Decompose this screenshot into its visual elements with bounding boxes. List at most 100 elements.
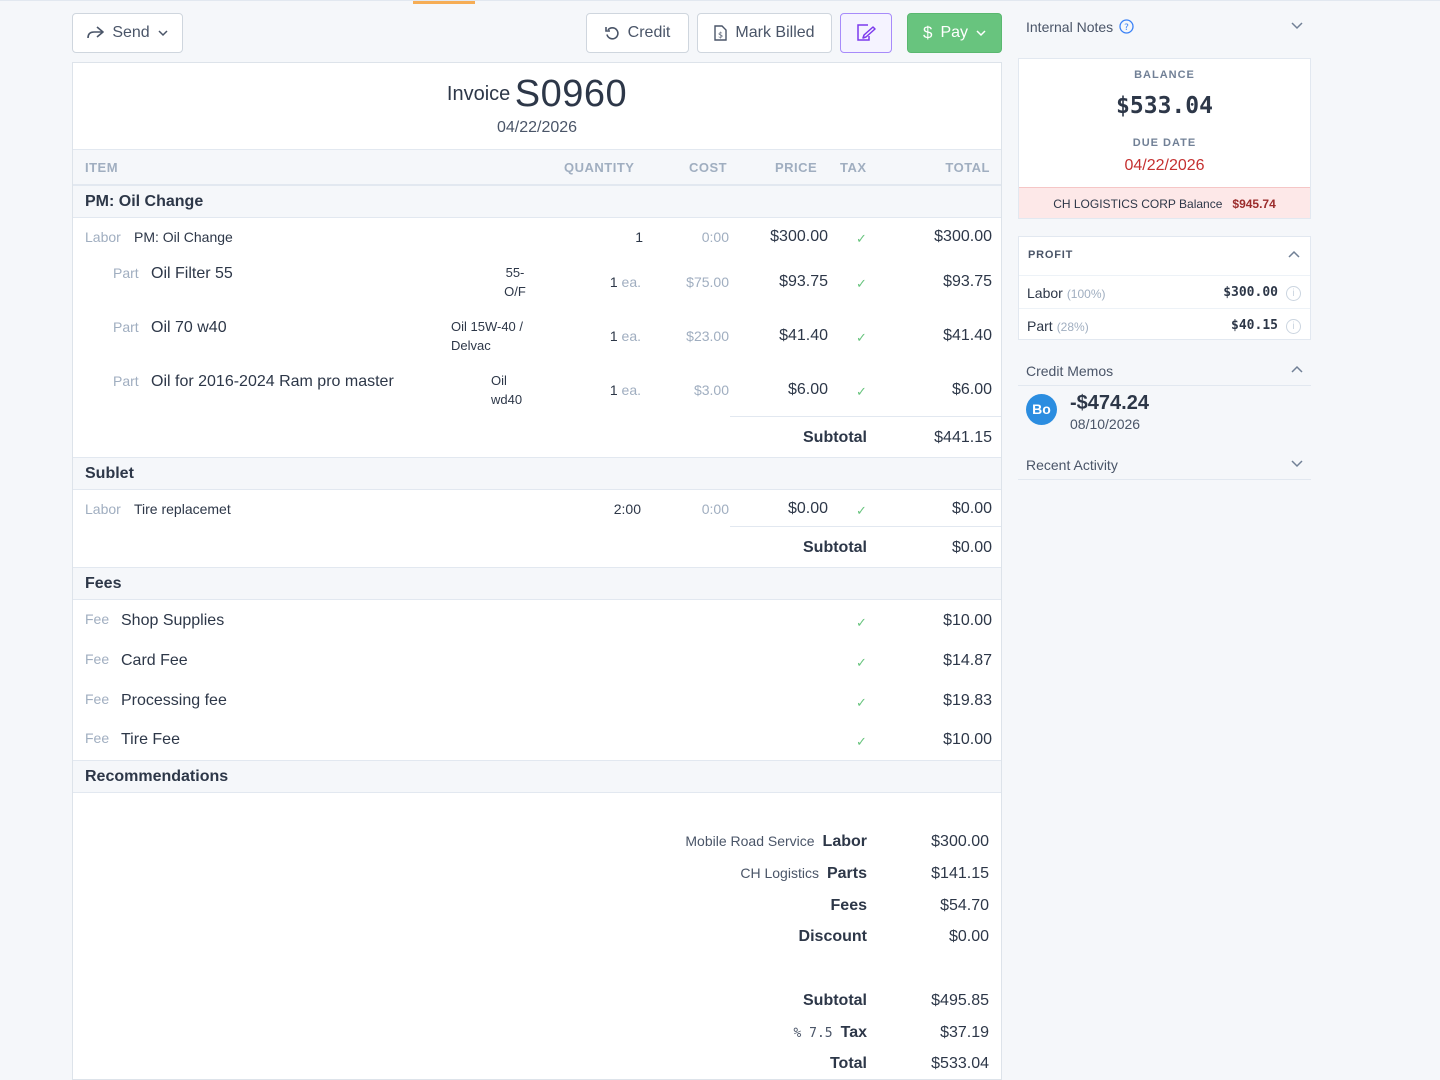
summary-tax-text: Tax: [840, 1024, 867, 1041]
line-cost: 0:00: [701, 501, 729, 517]
section-header: Fees: [73, 567, 1001, 600]
divider: [730, 416, 1001, 417]
line-description: Processing fee: [121, 692, 227, 709]
tax-check-icon: ✓: [856, 330, 867, 345]
line-price: $0.00: [787, 500, 828, 517]
line-type: Fee: [85, 611, 110, 627]
line-type: Part: [113, 319, 139, 335]
pay-label: Pay: [940, 24, 969, 41]
send-button[interactable]: Send: [72, 13, 183, 53]
summary-fees-label: Fees: [830, 897, 867, 914]
summary-subtotal-value: $495.85: [931, 992, 989, 1009]
line-description: Card Fee: [121, 652, 188, 669]
qty-value: 1: [609, 328, 618, 344]
question-circle-icon[interactable]: ?: [1119, 19, 1134, 34]
line-quantity: 1 ea.: [610, 274, 641, 290]
chevron-up-icon[interactable]: [1291, 365, 1303, 373]
svg-text:$: $: [718, 31, 723, 40]
tax-check-icon: ✓: [856, 655, 867, 670]
profit-row-label: Part (28%): [1027, 318, 1089, 334]
summary-discount-value: $0.00: [948, 928, 989, 945]
line-cost: 0:00: [701, 229, 729, 245]
active-tab-indicator: [413, 1, 475, 4]
line-description: Oil for 2016-2024 Ram pro master: [151, 373, 394, 390]
credit-memo-amount: -$474.24: [1070, 392, 1149, 414]
chevron-down-icon[interactable]: [1291, 460, 1303, 468]
mark-billed-button[interactable]: $ Mark Billed: [697, 13, 832, 53]
line-total: $300.00: [934, 228, 992, 245]
line-total: $14.87: [943, 652, 992, 669]
line-total: $93.75: [943, 273, 992, 290]
summary-parts-text: Parts: [826, 865, 867, 882]
send-label: Send: [112, 24, 150, 41]
info-icon[interactable]: i: [1286, 286, 1301, 301]
line-description: Shop Supplies: [121, 612, 225, 629]
line-total: $41.40: [943, 327, 992, 344]
due-date: 04/22/2026: [1124, 157, 1205, 174]
qty-unit: ea.: [621, 382, 641, 398]
balance-label: BALANCE: [1134, 69, 1195, 81]
profit-row-pct: (28%): [1056, 320, 1089, 334]
divider: [730, 526, 1001, 527]
pay-button[interactable]: $ Pay: [907, 13, 1002, 53]
summary-subtotal-label: Subtotal: [803, 992, 867, 1009]
summary-labor-label: Mobile Road Service Labor: [685, 833, 867, 851]
profit-row-pct: (100%): [1066, 287, 1106, 301]
invoice-date: 04/22/2026: [496, 119, 578, 136]
line-price: $6.00: [787, 381, 828, 398]
col-total: TOTAL: [945, 160, 990, 175]
edit-signature-icon: [857, 24, 876, 41]
tax-check-icon: ✓: [856, 231, 867, 246]
profit-row-value: $40.15: [1231, 318, 1278, 333]
credit-memo-item[interactable]: Bo -$474.24 08/10/2026: [1018, 392, 1311, 444]
internal-notes-header[interactable]: Internal Notes ?: [1018, 12, 1311, 42]
line-price: $93.75: [779, 273, 828, 290]
col-tax: TAX: [840, 160, 867, 175]
tax-check-icon: ✓: [856, 503, 867, 518]
qty-unit: ea.: [621, 274, 641, 290]
svg-text:?: ?: [1124, 23, 1129, 33]
line-type: Labor: [85, 501, 121, 517]
summary-total-value: $533.04: [931, 1055, 989, 1072]
avatar: Bo: [1026, 394, 1057, 425]
credit-memo-date: 08/10/2026: [1070, 416, 1141, 432]
profit-row: Labor (100%) $300.00 i: [1019, 275, 1310, 308]
line-cost: $75.00: [686, 274, 729, 290]
line-type: Part: [113, 373, 139, 389]
profit-row-value: $300.00: [1223, 285, 1278, 300]
credit-button[interactable]: Credit: [586, 13, 689, 53]
subtotal-label: Subtotal: [803, 429, 867, 446]
col-price: PRICE: [775, 160, 818, 175]
line-total: $10.00: [943, 731, 992, 748]
edit-button[interactable]: [840, 13, 892, 53]
invoice-header: Invoice S0960 04/22/2026: [73, 63, 1001, 149]
credit-memos-header[interactable]: Credit Memos: [1018, 356, 1311, 386]
chevron-down-icon: [158, 29, 168, 36]
recent-activity-header[interactable]: Recent Activity: [1018, 450, 1311, 480]
customer-balance-label: CH LOGISTICS CORP Balance: [1053, 197, 1223, 211]
customer-balance-amount: $945.74: [1232, 197, 1276, 211]
tax-check-icon: ✓: [856, 384, 867, 399]
line-total: $6.00: [951, 381, 992, 398]
section-subtotal: $441.15: [934, 429, 992, 446]
chevron-down-icon: [976, 29, 986, 36]
line-description: Tire replacemet: [134, 501, 231, 517]
summary-parts-value: $141.15: [931, 865, 989, 882]
customer-balance[interactable]: CH LOGISTICS CORP Balance $945.74: [1019, 187, 1310, 218]
balance-amount: $533.04: [1116, 93, 1213, 119]
line-type: Fee: [85, 651, 110, 667]
line-type: Part: [113, 265, 139, 281]
invoice-title: Invoice S0960: [73, 73, 1001, 116]
document-dollar-icon: $: [714, 25, 728, 41]
summary-fees-value: $54.70: [940, 897, 989, 914]
line-description: Oil 70 w40: [151, 319, 227, 336]
profit-row: Part (28%) $40.15 i: [1019, 308, 1310, 341]
line-quantity: 1 ea.: [610, 382, 641, 398]
info-icon[interactable]: i: [1286, 319, 1301, 334]
undo-icon: [604, 26, 619, 40]
chevron-up-icon[interactable]: [1288, 250, 1300, 258]
qty-value: 1: [609, 274, 618, 290]
part-number: Oil wd40: [491, 373, 523, 407]
chevron-down-icon[interactable]: [1291, 22, 1303, 30]
invoice-card: Invoice S0960 04/22/2026 ITEM QUANTITY C…: [72, 62, 1002, 1080]
